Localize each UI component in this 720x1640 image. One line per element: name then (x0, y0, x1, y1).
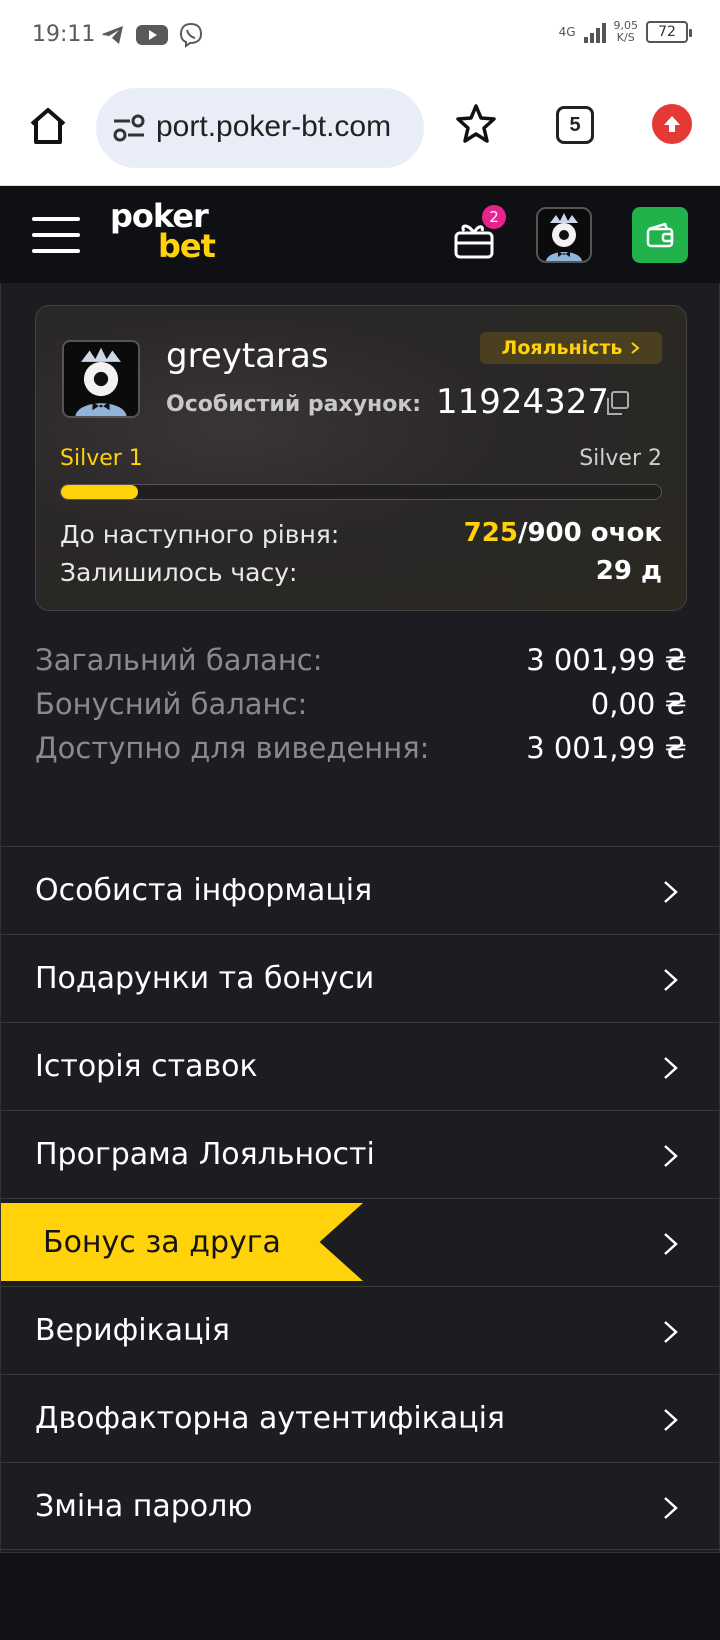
menu-item-change-password[interactable]: Зміна паролю (1, 1462, 719, 1550)
battery-level: 72 (658, 24, 676, 40)
menu-item-label: Зміна паролю (35, 1489, 253, 1524)
balance-value: 3 001,99 ₴ (526, 731, 687, 765)
chevron-right-icon (664, 1321, 678, 1343)
menu-item-label: Верифікація (35, 1313, 230, 1348)
avatar-mascot-icon (546, 213, 582, 261)
logo-line2: bet (158, 227, 216, 265)
profile-avatar (62, 340, 140, 418)
copy-icon[interactable] (604, 390, 630, 416)
update-button[interactable] (652, 104, 692, 144)
chevron-right-icon (664, 1057, 678, 1079)
account-label: Особистий рахунок: (166, 392, 422, 417)
balance-label: Загальний баланс: (35, 643, 323, 677)
bookmark-star-icon[interactable] (454, 102, 498, 146)
app-header: poker bet 2 (0, 187, 720, 283)
account-menu: Особиста інформація Подарунки та бонуси … (1, 846, 719, 1550)
loyalty-button[interactable]: Лояльність (480, 332, 662, 364)
network-type: 4G (558, 25, 576, 39)
menu-item-two-factor-auth[interactable]: Двофакторна аутентифікація (1, 1374, 719, 1462)
gift-count-badge: 2 (482, 205, 506, 229)
loyalty-label: Лояльність (501, 337, 623, 359)
signal-icon (583, 21, 606, 43)
browser-toolbar: port.poker-bt.com 5 (0, 72, 720, 186)
profile-card: greytaras Лояльність Особистий рахунок: … (35, 305, 687, 611)
username: greytaras (166, 336, 329, 376)
home-icon[interactable] (26, 104, 70, 148)
wallet-button[interactable] (632, 207, 688, 263)
pokerbet-logo[interactable]: poker bet (110, 200, 220, 267)
header-avatar[interactable] (536, 207, 592, 263)
chevron-right-icon (664, 881, 678, 903)
current-level: Silver 1 (60, 446, 143, 471)
youtube-icon (136, 25, 168, 45)
level-progress-bar (60, 484, 662, 500)
account-number: 11924327 (436, 382, 610, 422)
chevron-right-icon (664, 1409, 678, 1431)
battery-icon: 72 (646, 21, 692, 43)
menu-item-label: Двофакторна аутентифікація (35, 1401, 505, 1436)
menu-item-label: Історія ставок (35, 1049, 258, 1084)
speed-unit: K/S (616, 31, 635, 44)
chevron-right-icon (664, 1497, 678, 1519)
telegram-icon (102, 26, 123, 44)
status-time: 19:11 (32, 22, 96, 47)
chevron-right-icon (664, 1145, 678, 1167)
menu-item-verification[interactable]: Верифікація (1, 1286, 719, 1374)
tab-switcher-button[interactable]: 5 (556, 106, 594, 144)
menu-item-loyalty-program[interactable]: Програма Лояльності (1, 1110, 719, 1198)
account-panel: greytaras Лояльність Особистий рахунок: … (0, 283, 720, 1553)
points-rest: /900 очок (517, 518, 662, 548)
level-progress-fill (61, 485, 138, 499)
status-right: 4G 9,05 K/S 72 (558, 20, 692, 44)
points-current: 725 (463, 518, 518, 548)
status-app-icons (100, 22, 204, 48)
points-value: 725/900 очок (464, 518, 662, 548)
status-bar: 19:11 4G 9,05 K/S 72 (0, 0, 720, 72)
menu-item-bet-history[interactable]: Історія ставок (1, 1022, 719, 1110)
balance-label: Доступно для виведення: (35, 731, 430, 765)
balances: Загальний баланс: 3 001,99 ₴ Бонусний ба… (35, 643, 687, 775)
balance-row-bonus: Бонусний баланс: 0,00 ₴ (35, 687, 687, 731)
balance-row-withdrawable: Доступно для виведення: 3 001,99 ₴ (35, 731, 687, 775)
menu-item-gifts-bonuses[interactable]: Подарунки та бонуси (1, 934, 719, 1022)
url-text: port.poker-bt.com (156, 110, 392, 143)
avatar-mascot-icon (75, 347, 127, 416)
balance-value: 3 001,99 ₴ (526, 643, 687, 677)
menu-hamburger-icon[interactable] (32, 217, 80, 253)
wallet-icon (646, 222, 674, 248)
menu-item-label: Програма Лояльності (35, 1137, 375, 1172)
chevron-right-icon (631, 342, 641, 354)
time-left-value: 29 д (595, 556, 662, 586)
menu-item-label: Подарунки та бонуси (35, 961, 375, 996)
viber-icon (179, 22, 203, 48)
menu-item-friend-bonus[interactable]: Бонус за друга (1, 1198, 719, 1286)
time-left-label: Залишилось часу: (60, 558, 298, 587)
arrow-up-icon (664, 116, 680, 132)
next-level-label: До наступного рівня: (60, 520, 340, 549)
menu-item-label: Бонус за друга (43, 1225, 281, 1260)
address-bar[interactable]: port.poker-bt.com (96, 88, 424, 168)
network-speed: 9,05 K/S (614, 20, 639, 44)
balance-row-total: Загальний баланс: 3 001,99 ₴ (35, 643, 687, 687)
next-level: Silver 2 (579, 446, 662, 471)
balance-label: Бонусний баланс: (35, 687, 308, 721)
menu-item-label: Особиста інформація (35, 873, 373, 908)
chevron-right-icon (664, 1233, 678, 1255)
balance-value: 0,00 ₴ (590, 687, 687, 721)
chevron-right-icon (664, 969, 678, 991)
site-settings-icon[interactable] (112, 114, 146, 142)
menu-item-personal-info[interactable]: Особиста інформація (1, 846, 719, 934)
